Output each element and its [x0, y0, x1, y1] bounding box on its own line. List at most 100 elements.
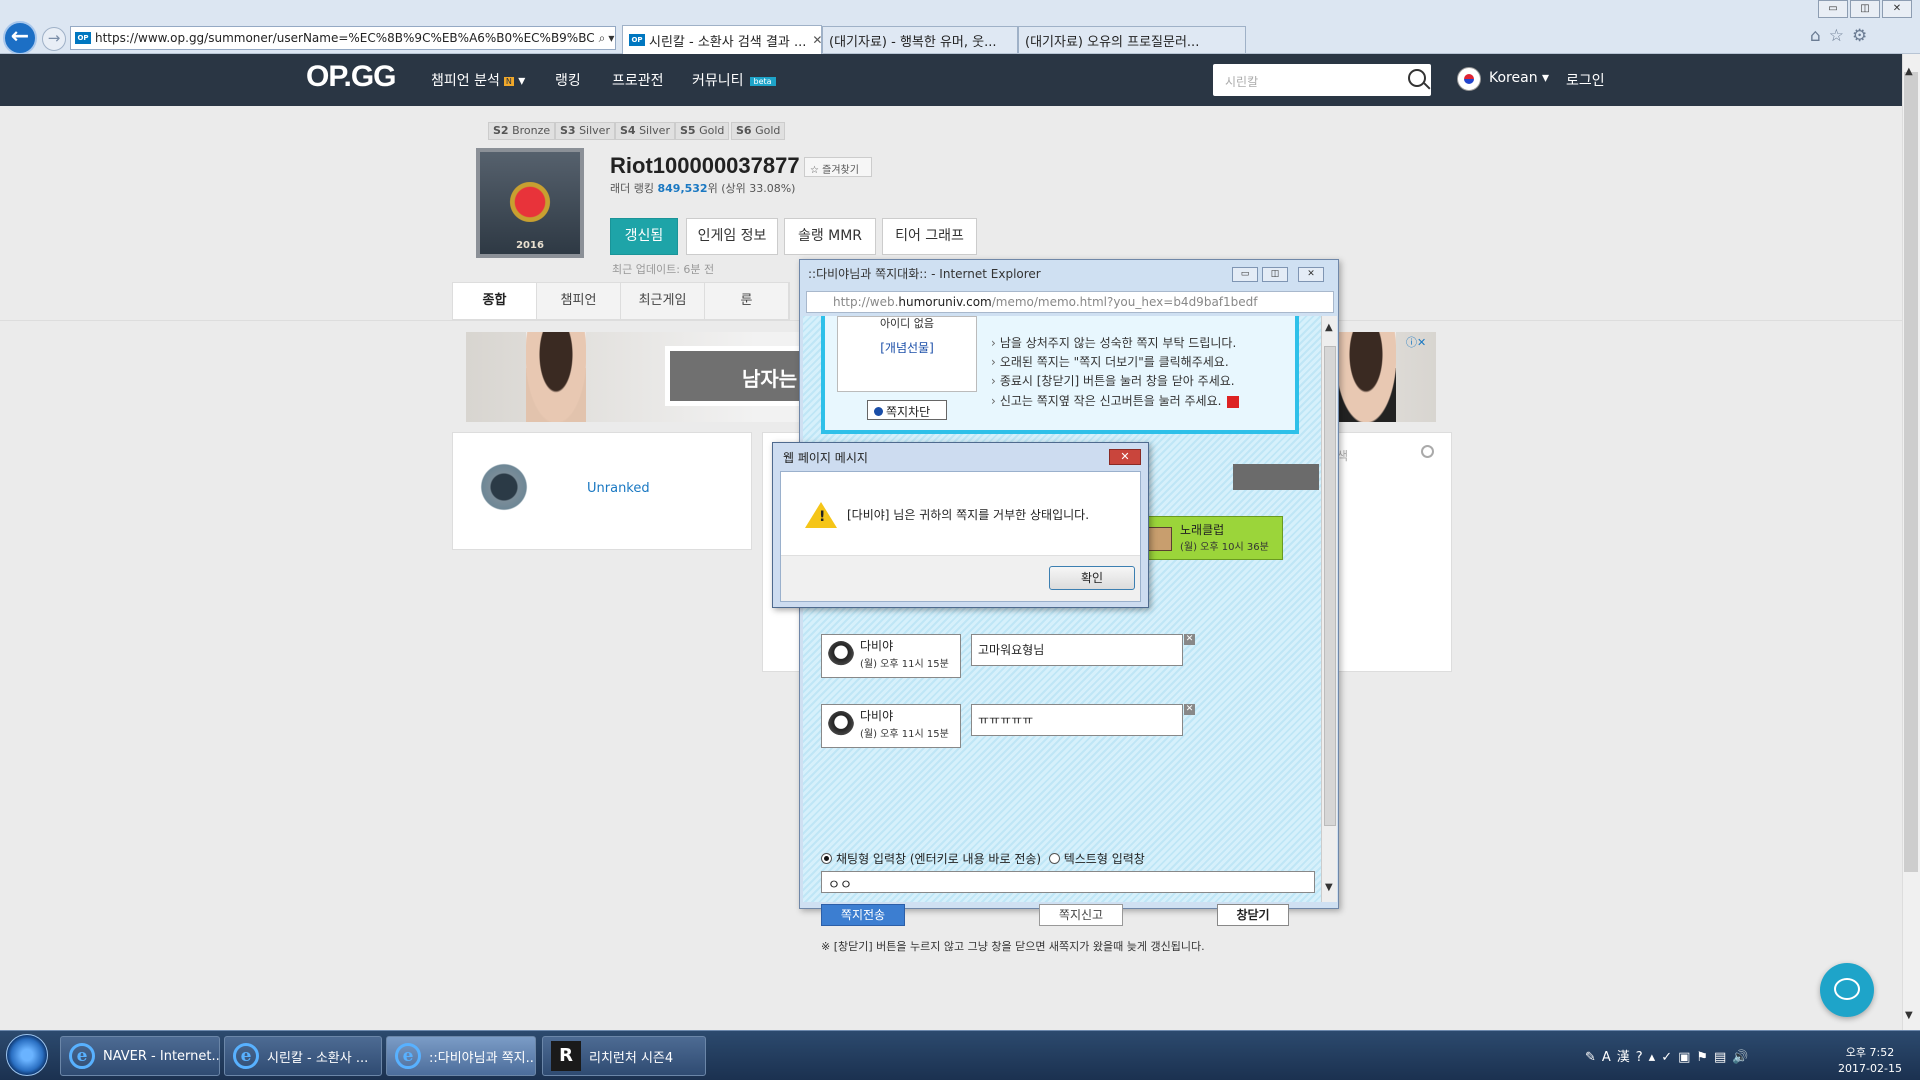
ladder-rank: 래더 랭킹 849,532위 (상위 33.08%) — [610, 182, 796, 195]
ok-button[interactable]: 확인 — [1049, 566, 1135, 590]
tab-runes[interactable]: 룬 — [705, 283, 789, 319]
opgg-logo[interactable]: OP.GG — [306, 60, 396, 94]
clock-date[interactable]: 2017-02-15 — [1830, 1062, 1910, 1075]
ie-icon: e — [69, 1043, 95, 1069]
memo-divider-bar — [1233, 464, 1319, 490]
renew-button[interactable]: 갱신됨 — [610, 218, 678, 255]
tab-label: 시린칼 - 소환사 검색 결과 ... — [649, 34, 807, 50]
taskbar-item-opgg[interactable]: e 시린칼 - 소환사 ... — [224, 1036, 382, 1076]
delete-message-icon[interactable]: ✕ — [1184, 704, 1195, 715]
tab-overview[interactable]: 종합 — [453, 283, 537, 319]
restore-button[interactable]: ◫ — [1850, 0, 1880, 18]
scroll-up-icon: ▲ — [1325, 322, 1333, 333]
search-icon[interactable] — [1421, 445, 1434, 458]
gift-label: 아이디 없음 — [879, 317, 935, 330]
home-star-gear-icons[interactable]: ⌂☆⚙ — [1810, 26, 1875, 46]
memo-scrollbar[interactable]: ▲ ▼ — [1321, 316, 1337, 902]
close-memo-button[interactable]: 창닫기 — [1217, 904, 1289, 926]
rule-text: 오래된 쪽지는 "쪽지 더보기"를 클릭해주세요. — [991, 353, 1229, 370]
taskbar-item-naver[interactable]: e NAVER - Internet... — [60, 1036, 220, 1076]
last-update: 최근 업데이트: 6분 전 — [612, 263, 715, 276]
scroll-up-icon[interactable]: ▲ — [1905, 66, 1913, 77]
taskbar-item-memo[interactable]: e::다비야님과 쪽지... — [386, 1036, 536, 1076]
forward-button[interactable]: → — [42, 27, 66, 51]
alert-dialog: 웹 페이지 메시지 ✕ ! [다비야] 님은 귀하의 쪽지를 거부한 상태입니다… — [772, 442, 1149, 608]
close-window-button[interactable]: ✕ — [1882, 0, 1912, 18]
minimize-button[interactable]: ▭ — [1818, 0, 1848, 18]
tab-champions[interactable]: 챔피언 — [537, 283, 621, 319]
nav-pro-spectate[interactable]: 프로관전 — [612, 70, 664, 90]
memo-window-title: ::다비야님과 쪽지대화:: - Internet Explorer — [808, 267, 1041, 281]
summoner-search-input[interactable]: 시린칼 — [1213, 64, 1431, 96]
profile-emblem: 2016 — [476, 148, 584, 258]
page-scroll-thumb[interactable] — [1904, 72, 1918, 872]
emblem-year: 2016 — [516, 240, 544, 251]
season-badge: S2 Bronze — [488, 122, 556, 140]
radio-text-mode[interactable] — [1048, 853, 1060, 864]
sender-name: 다비야 — [860, 639, 894, 653]
message-bubble: ㅠㅠㅠㅠㅠ — [971, 704, 1183, 736]
sender-name: 노래클럽 — [1180, 523, 1225, 537]
avatar — [1148, 527, 1172, 551]
sender-time: (월) 오후 11시 15분 — [860, 729, 949, 740]
clock-time[interactable]: 오후 7:52 — [1830, 1044, 1910, 1060]
warning-mark: ! — [819, 509, 826, 525]
opgg-tab-icon: OP — [629, 34, 645, 46]
ie-icon: e — [395, 1043, 421, 1069]
gift-link[interactable]: [개념선물] — [838, 339, 976, 356]
nav-champion-analysis[interactable]: 챔피언 분석 N ▾ — [431, 70, 525, 90]
season-badge: S4 Silver — [615, 122, 675, 140]
address-actions-icon[interactable]: ⌕▾🔒↻ — [594, 30, 615, 46]
ad-close-icon[interactable]: ⓘ✕ — [1406, 334, 1426, 350]
sender-name: 다비야 — [860, 709, 894, 723]
alert-close-button[interactable]: ✕ — [1109, 449, 1141, 465]
ad-model-image — [526, 332, 586, 422]
rule-text: 남을 상처주지 않는 성숙한 쪽지 부탁 드립니다. — [991, 334, 1236, 351]
radio-chat-mode[interactable] — [821, 853, 832, 864]
memo-input[interactable]: ㅇㅇ — [821, 871, 1315, 893]
opgg-favicon: OP — [75, 32, 91, 44]
alert-footer: 확인 — [781, 555, 1140, 601]
chat-bubble-button[interactable] — [1820, 963, 1874, 1017]
back-button[interactable]: ← — [3, 21, 37, 55]
report-memo-button[interactable]: 쪽지신고 — [1039, 904, 1123, 926]
language-select[interactable]: Korean ▾ — [1489, 70, 1549, 86]
rank-card: Unranked — [452, 432, 752, 550]
close-tab-icon[interactable]: ✕ — [806, 33, 821, 47]
nav-ranking[interactable]: 랭킹 — [555, 70, 581, 90]
message-sender-card: 다비야 (월) 오후 11시 15분 — [821, 704, 961, 748]
login-link[interactable]: 로그인 — [1566, 70, 1605, 90]
alert-body: ! [다비야] 님은 귀하의 쪽지를 거부한 상태입니다. 확인 — [780, 471, 1141, 602]
rule-text: 종료시 [창닫기] 버튼을 눌러 창을 닫아 주세요. — [991, 372, 1235, 389]
memo-close-button[interactable]: ✕ — [1298, 267, 1324, 282]
nav-community[interactable]: 커뮤니티 beta — [692, 70, 776, 90]
tab-humor-2[interactable]: (대기자료) 오유의 프로질문러... — [1018, 26, 1246, 53]
korea-flag-icon — [1457, 67, 1481, 91]
window-controls: ▭ ◫ ✕ — [1818, 0, 1912, 18]
memo-minimize-button[interactable]: ▭ — [1232, 267, 1258, 282]
skt-logo-icon — [504, 182, 556, 222]
send-memo-button[interactable]: 쪽지전송 — [821, 904, 905, 926]
search-icon[interactable] — [1408, 69, 1426, 87]
report-icon — [1227, 395, 1240, 408]
scroll-down-icon[interactable]: ▼ — [1905, 1010, 1913, 1021]
ingame-info-button[interactable]: 인게임 정보 — [686, 218, 778, 255]
profile-tabs: 종합 챔피언 최근게임 룬 — [452, 282, 790, 320]
avatar — [828, 711, 854, 739]
memo-note: ※ [창닫기] 버튼을 누르지 않고 그냥 창을 닫으면 새쪽지가 왔을때 늦게… — [821, 940, 1205, 953]
block-memo-button[interactable]: 쪽지차단 — [867, 400, 947, 420]
tab-humor-1[interactable]: (대기자료) - 행복한 유머, 웃... — [822, 26, 1018, 53]
start-button[interactable] — [6, 1034, 48, 1076]
solo-mmr-button[interactable]: 솔랭 MMR — [784, 218, 876, 255]
unranked-emblem-icon — [475, 459, 533, 515]
address-bar[interactable]: OP https://www.op.gg/summoner/userName=%… — [70, 26, 616, 50]
memo-restore-button[interactable]: ◫ — [1262, 267, 1288, 282]
tab-recent-games[interactable]: 최근게임 — [621, 283, 705, 319]
favorite-button[interactable]: ☆ 즐겨찾기 — [804, 157, 872, 177]
system-tray-icons[interactable]: ✎A漢?▴✓▣⚑▤🔊 — [1585, 1046, 1755, 1065]
delete-message-icon[interactable]: ✕ — [1184, 634, 1195, 645]
tab-opgg[interactable]: OP 시린칼 - 소환사 검색 결과 ... ✕ — [622, 25, 822, 54]
message-bubble: 고마워요형님 — [971, 634, 1183, 666]
taskbar-item-rich-launcher[interactable]: R 리치런처 시즌4 — [542, 1036, 706, 1076]
tier-graph-button[interactable]: 티어 그래프 — [882, 218, 977, 255]
